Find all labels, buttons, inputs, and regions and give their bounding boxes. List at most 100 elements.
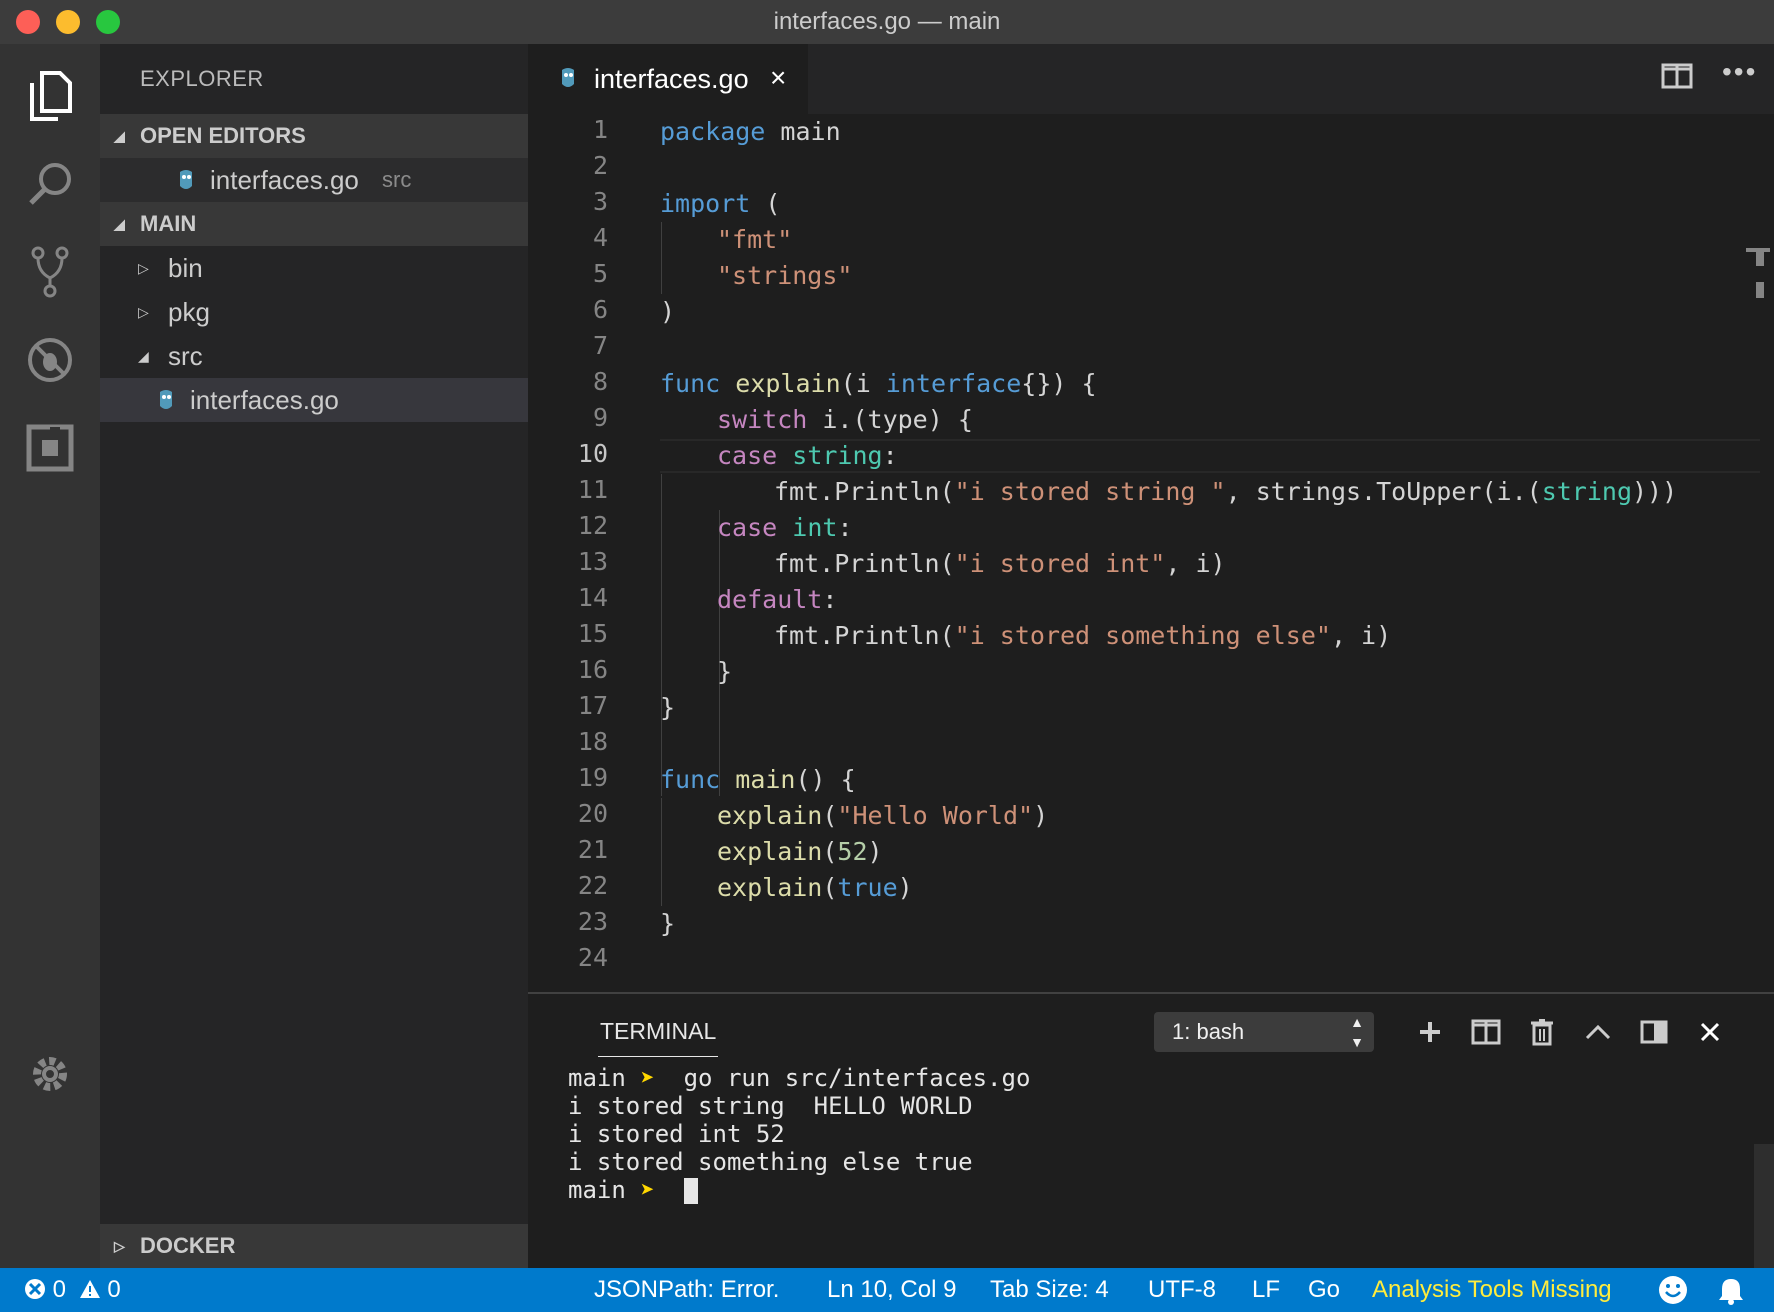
- search-icon[interactable]: [20, 154, 80, 214]
- code-line: switch i.(type) {: [717, 405, 973, 434]
- code-line: explain(true): [717, 873, 913, 902]
- docker-section-header[interactable]: ▷ DOCKER: [100, 1224, 528, 1268]
- go-file-icon: [562, 68, 574, 87]
- encoding[interactable]: UTF-8: [1148, 1268, 1216, 1312]
- extensions-icon[interactable]: [20, 418, 80, 478]
- terminal-line: i stored string HELLO WORLD: [568, 1092, 973, 1120]
- line-number: 1: [592, 115, 608, 144]
- folder-src[interactable]: ◢ src: [100, 334, 528, 378]
- line-ending[interactable]: LF: [1252, 1268, 1280, 1312]
- more-actions-icon[interactable]: •••: [1722, 56, 1762, 87]
- error-icon: [25, 1279, 45, 1299]
- code-line: }: [717, 657, 733, 686]
- line-number: 18: [577, 727, 608, 756]
- code-line: fmt.Println("i stored string ", strings.…: [774, 477, 1678, 506]
- terminal-panel: TERMINAL 1: bash ▲ ▼ main ➤ go run src/in…: [528, 992, 1774, 1268]
- line-number: 4: [592, 223, 608, 252]
- line-number: 15: [577, 619, 608, 648]
- jsonpath-status[interactable]: JSONPath: Error.: [594, 1268, 779, 1312]
- code-line: "fmt": [717, 225, 793, 254]
- chevron-right-icon: ▷: [138, 304, 149, 320]
- chevron-right-icon: ▷: [138, 260, 149, 276]
- toggle-panel-icon[interactable]: [1634, 1012, 1674, 1052]
- file-interfaces-go[interactable]: interfaces.go: [100, 378, 528, 422]
- gear-icon[interactable]: [20, 1044, 80, 1104]
- editor-tab-bar: interfaces.go × •••: [528, 44, 1774, 114]
- code-editor[interactable]: 1 2 3 4 5 6 7 8 9 10 11 12 13 14 15 16 17 18 19 20 21 22 23 24 …: [528, 114, 1774, 992]
- code-line: "strings": [717, 261, 853, 290]
- line-number: 21: [577, 835, 608, 864]
- line-number: 23: [577, 907, 608, 936]
- terminal-scrollbar[interactable]: [1754, 1144, 1774, 1268]
- scrollbar-marker: [1756, 282, 1764, 298]
- tab-size[interactable]: Tab Size: 4: [990, 1268, 1109, 1312]
- code-line: func explain(i interface{}) {: [660, 369, 1097, 398]
- line-number: 12: [577, 511, 608, 540]
- chevron-down-icon: ◢: [114, 128, 125, 144]
- code-line: fmt.Println("i stored something else", i…: [774, 621, 1392, 650]
- chevron-right-icon: ▷: [114, 1238, 125, 1254]
- code-line: case string:: [717, 441, 898, 470]
- folder-bin[interactable]: ▷ bin: [100, 246, 528, 290]
- select-arrows-icon: ▲ ▼: [1350, 1014, 1364, 1050]
- status-bar: 0 0 JSONPath: Error. Ln 10, Col 9 Tab Si…: [0, 1268, 1774, 1312]
- go-file-icon: [180, 170, 192, 189]
- chevron-up-icon[interactable]: [1578, 1012, 1618, 1052]
- new-terminal-icon[interactable]: [1410, 1012, 1450, 1052]
- close-icon[interactable]: [1690, 1012, 1730, 1052]
- analysis-tools-warning[interactable]: Analysis Tools Missing: [1372, 1268, 1612, 1312]
- debug-icon[interactable]: [20, 330, 80, 390]
- bell-icon[interactable]: [1718, 1276, 1744, 1312]
- split-editor-icon[interactable]: [1660, 62, 1694, 92]
- line-number: 13: [577, 547, 608, 576]
- warning-icon: [79, 1280, 100, 1298]
- files-icon[interactable]: [20, 66, 80, 126]
- smiley-feedback-icon[interactable]: [1658, 1275, 1688, 1312]
- main-folder-header[interactable]: ◢ MAIN: [100, 202, 528, 246]
- tab-interfaces-go[interactable]: interfaces.go ×: [528, 44, 808, 114]
- problems-status[interactable]: 0 0: [24, 1268, 121, 1312]
- line-number: 20: [577, 799, 608, 828]
- terminal-cursor: [683, 1178, 698, 1204]
- source-control-icon[interactable]: [20, 242, 80, 302]
- trash-icon[interactable]: [1522, 1012, 1562, 1052]
- line-number: 19: [577, 763, 608, 792]
- line-number: 7: [592, 331, 608, 360]
- terminal-output[interactable]: main ➤ go run src/interfaces.go i stored…: [568, 1064, 1030, 1204]
- tab-terminal[interactable]: TERMINAL: [600, 1018, 716, 1045]
- code-line: case int:: [717, 513, 853, 542]
- terminal-shell-select[interactable]: 1: bash ▲ ▼: [1154, 1012, 1374, 1052]
- open-editor-item[interactable]: interfaces.go src: [100, 158, 528, 202]
- code-line: package main: [660, 117, 841, 146]
- line-number: 17: [577, 691, 608, 720]
- code-line: fmt.Println("i stored int", i): [774, 549, 1226, 578]
- line-number: 14: [577, 583, 608, 612]
- folder-pkg[interactable]: ▷ pkg: [100, 290, 528, 334]
- window-title: interfaces.go — main: [773, 8, 1001, 35]
- code-line: func main() {: [660, 765, 856, 794]
- activity-bar: [0, 44, 100, 1268]
- line-number: 10: [577, 439, 608, 468]
- line-number: 22: [577, 871, 608, 900]
- explorer-sidebar: EXPLORER ◢ OPEN EDITORS interfaces.go sr…: [100, 44, 528, 1268]
- line-number: 2: [592, 151, 608, 180]
- line-number: 24: [577, 943, 608, 972]
- code-line: ): [660, 297, 676, 326]
- line-number: 9: [592, 403, 608, 432]
- cursor-position[interactable]: Ln 10, Col 9: [827, 1268, 956, 1312]
- split-terminal-icon[interactable]: [1466, 1012, 1506, 1052]
- line-number: 6: [592, 295, 608, 324]
- terminal-line: i stored int 52: [568, 1120, 785, 1148]
- line-number: 3: [592, 187, 608, 216]
- code-line: }: [660, 909, 676, 938]
- line-number: 5: [592, 259, 608, 288]
- line-number: 16: [577, 655, 608, 684]
- title-bar: interfaces.go — main: [0, 0, 1774, 44]
- chevron-down-icon: ◢: [114, 216, 125, 232]
- chevron-down-icon: ◢: [138, 348, 149, 364]
- go-file-icon: [160, 390, 172, 409]
- open-editors-header[interactable]: ◢ OPEN EDITORS: [100, 114, 528, 158]
- close-icon[interactable]: ×: [770, 62, 786, 94]
- code-line: }: [660, 693, 676, 722]
- language-mode[interactable]: Go: [1308, 1268, 1340, 1312]
